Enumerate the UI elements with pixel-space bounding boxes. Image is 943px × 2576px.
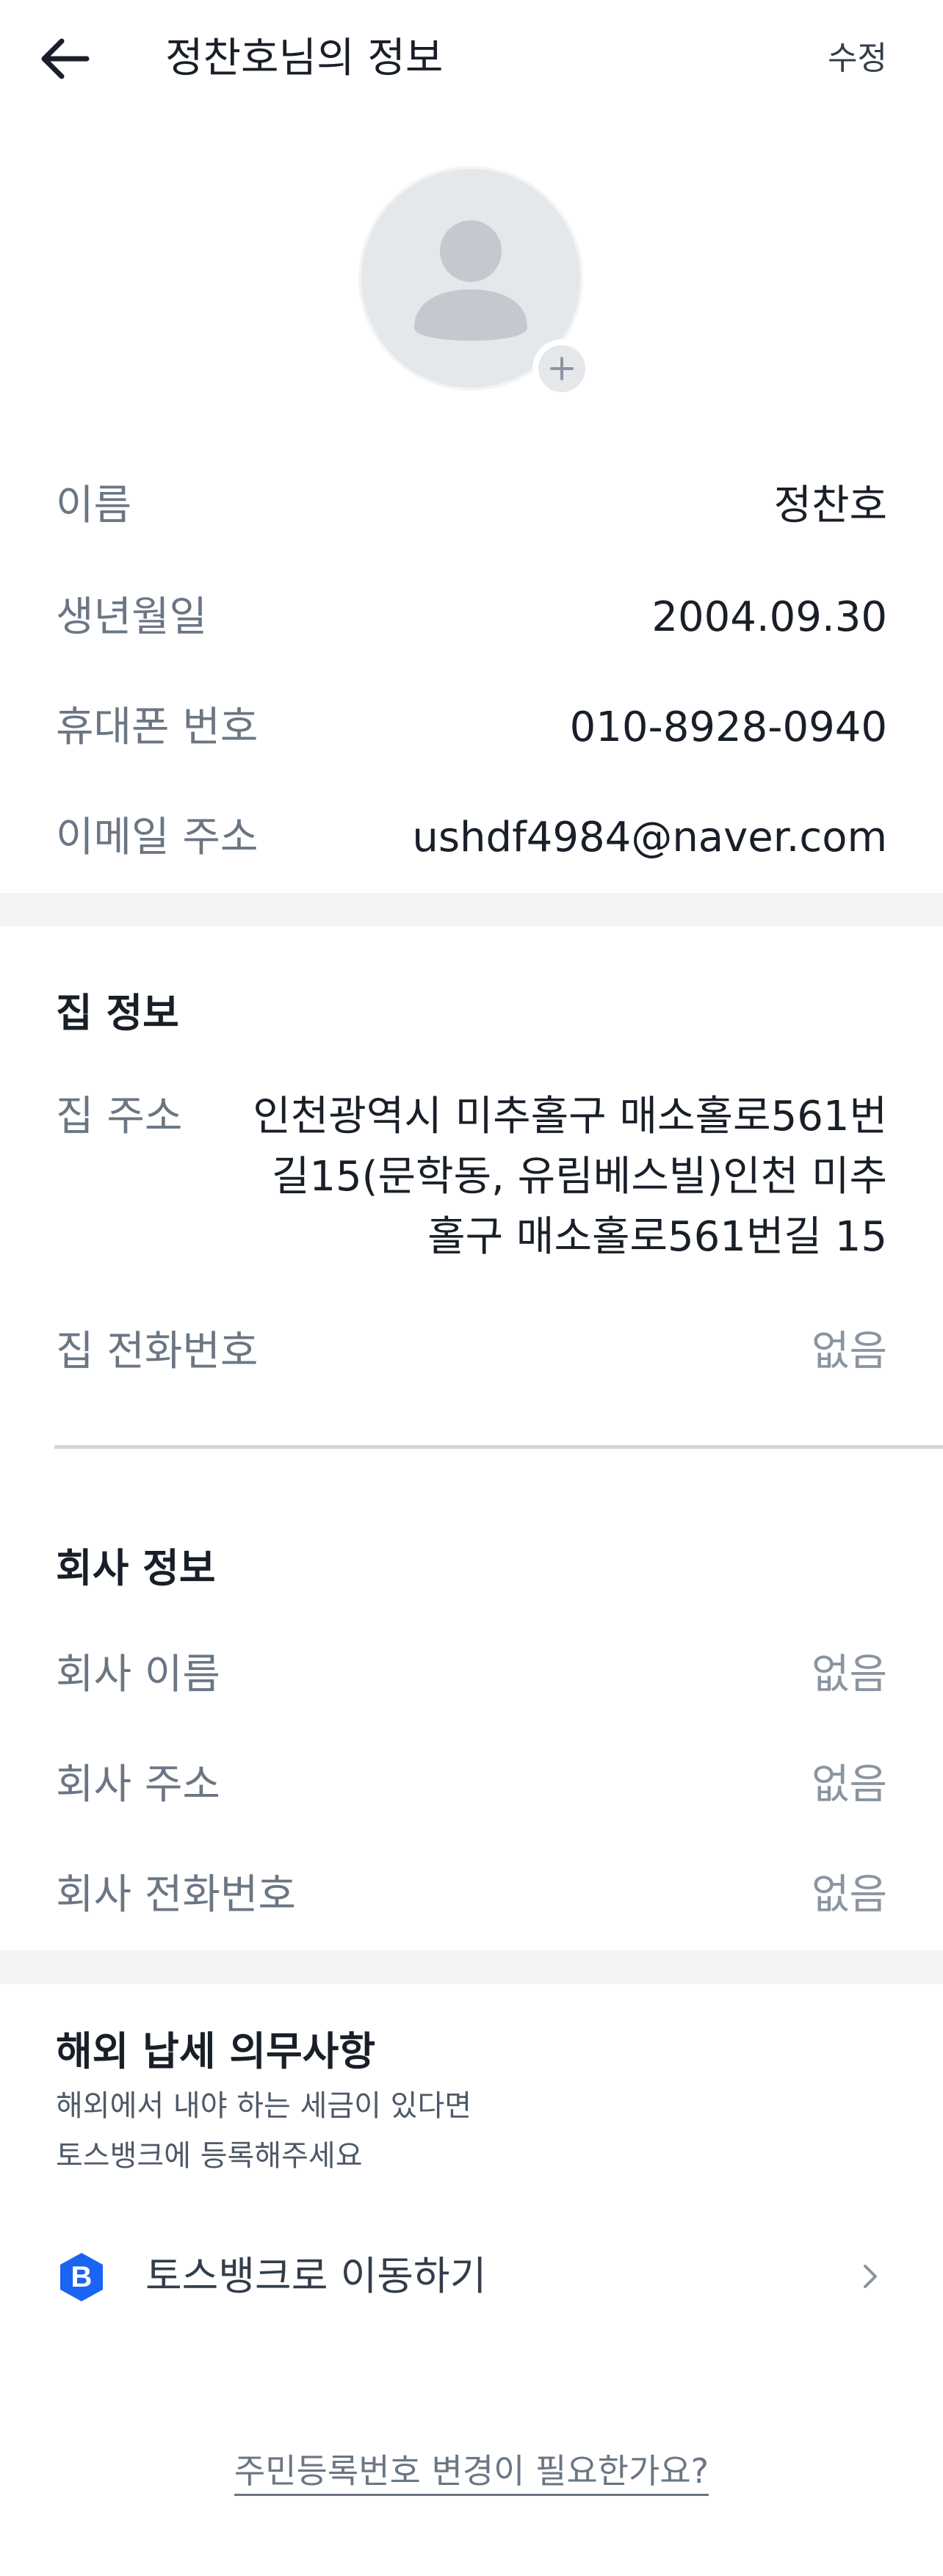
home-section-title: 집 정보: [56, 990, 179, 1036]
rrn-change-link-row: 주민등록번호 변경이 필요한가요?: [0, 2445, 943, 2497]
phone-row: 휴대폰 번호 010-8928-0940: [0, 687, 943, 768]
company-address-label: 회사 주소: [56, 1761, 220, 1809]
home-address-line: 홀구 매소홀로561번길 15: [427, 1213, 887, 1261]
phone-label: 휴대폰 번호: [56, 703, 259, 751]
bank-icon-letter: B: [71, 2261, 93, 2293]
add-photo-button[interactable]: [532, 339, 591, 398]
birthdate-value: 2004.09.30: [651, 593, 887, 641]
email-row: 이메일 주소 ushdf4984@naver.com: [0, 797, 943, 878]
birthdate-label: 생년월일: [56, 593, 208, 641]
back-button[interactable]: [29, 29, 100, 88]
home-address-line: 길15(문학동, 유림베스빌)인천 미추: [271, 1153, 887, 1201]
toss-bank-b-icon: B: [60, 2253, 103, 2301]
company-phone-label: 회사 전화번호: [56, 1871, 296, 1919]
home-phone-row: 집 전화번호 없음: [0, 1311, 943, 1392]
top-bar: 정찬호님의 정보 수정: [0, 0, 943, 125]
tax-description: 토스뱅크에 등록해주세요: [56, 2139, 363, 2173]
company-name-value: 없음: [811, 1651, 887, 1698]
company-address-row: 회사 주소 없음: [0, 1745, 943, 1826]
company-phone-value: 없음: [811, 1871, 887, 1919]
name-label: 이름: [56, 482, 132, 529]
company-section-title: 회사 정보: [56, 1545, 216, 1591]
section-divider: [0, 1950, 943, 1984]
home-address-row: 집 주소 인천광역시 미추홀구 매소홀로561번 길15(문학동, 유림베스빌)…: [0, 1079, 943, 1270]
tax-section-title: 해외 납세 의무사항: [56, 2028, 376, 2074]
company-name-label: 회사 이름: [56, 1651, 220, 1698]
home-phone-label: 집 전화번호: [56, 1328, 259, 1375]
plus-icon: [550, 357, 574, 380]
company-name-row: 회사 이름 없음: [0, 1635, 943, 1715]
home-address-label: 집 주소: [56, 1093, 183, 1140]
go-to-tossbank-button[interactable]: B 토스뱅크로 이동하기: [0, 2232, 943, 2320]
chevron-right-icon: [864, 2265, 877, 2288]
phone-value: 010-8928-0940: [569, 703, 887, 751]
name-value: 정찬호: [773, 482, 887, 529]
back-arrow-icon: [41, 38, 90, 79]
section-divider: [0, 893, 943, 927]
edit-button[interactable]: 수정: [828, 37, 887, 81]
home-phone-value: 없음: [811, 1328, 887, 1375]
birthdate-row: 생년월일 2004.09.30: [0, 577, 943, 658]
name-row: 이름 정찬호: [0, 466, 943, 546]
home-address-value: 인천광역시 미추홀구 매소홀로561번 길15(문학동, 유림베스빌)인천 미추…: [253, 1087, 887, 1267]
email-value: ushdf4984@naver.com: [412, 814, 887, 861]
company-address-value: 없음: [811, 1761, 887, 1809]
rrn-change-link[interactable]: 주민등록번호 변경이 필요한가요?: [234, 2451, 709, 2496]
company-phone-row: 회사 전화번호 없음: [0, 1855, 943, 1936]
email-label: 이메일 주소: [56, 814, 259, 861]
tax-description: 해외에서 내야 하는 세금이 있다면: [56, 2089, 472, 2123]
home-address-line: 인천광역시 미추홀구 매소홀로561번: [253, 1093, 887, 1140]
divider: [54, 1445, 943, 1449]
bank-link-label: 토스뱅크로 이동하기: [145, 2253, 487, 2299]
page-title: 정찬호님의 정보: [165, 35, 444, 82]
